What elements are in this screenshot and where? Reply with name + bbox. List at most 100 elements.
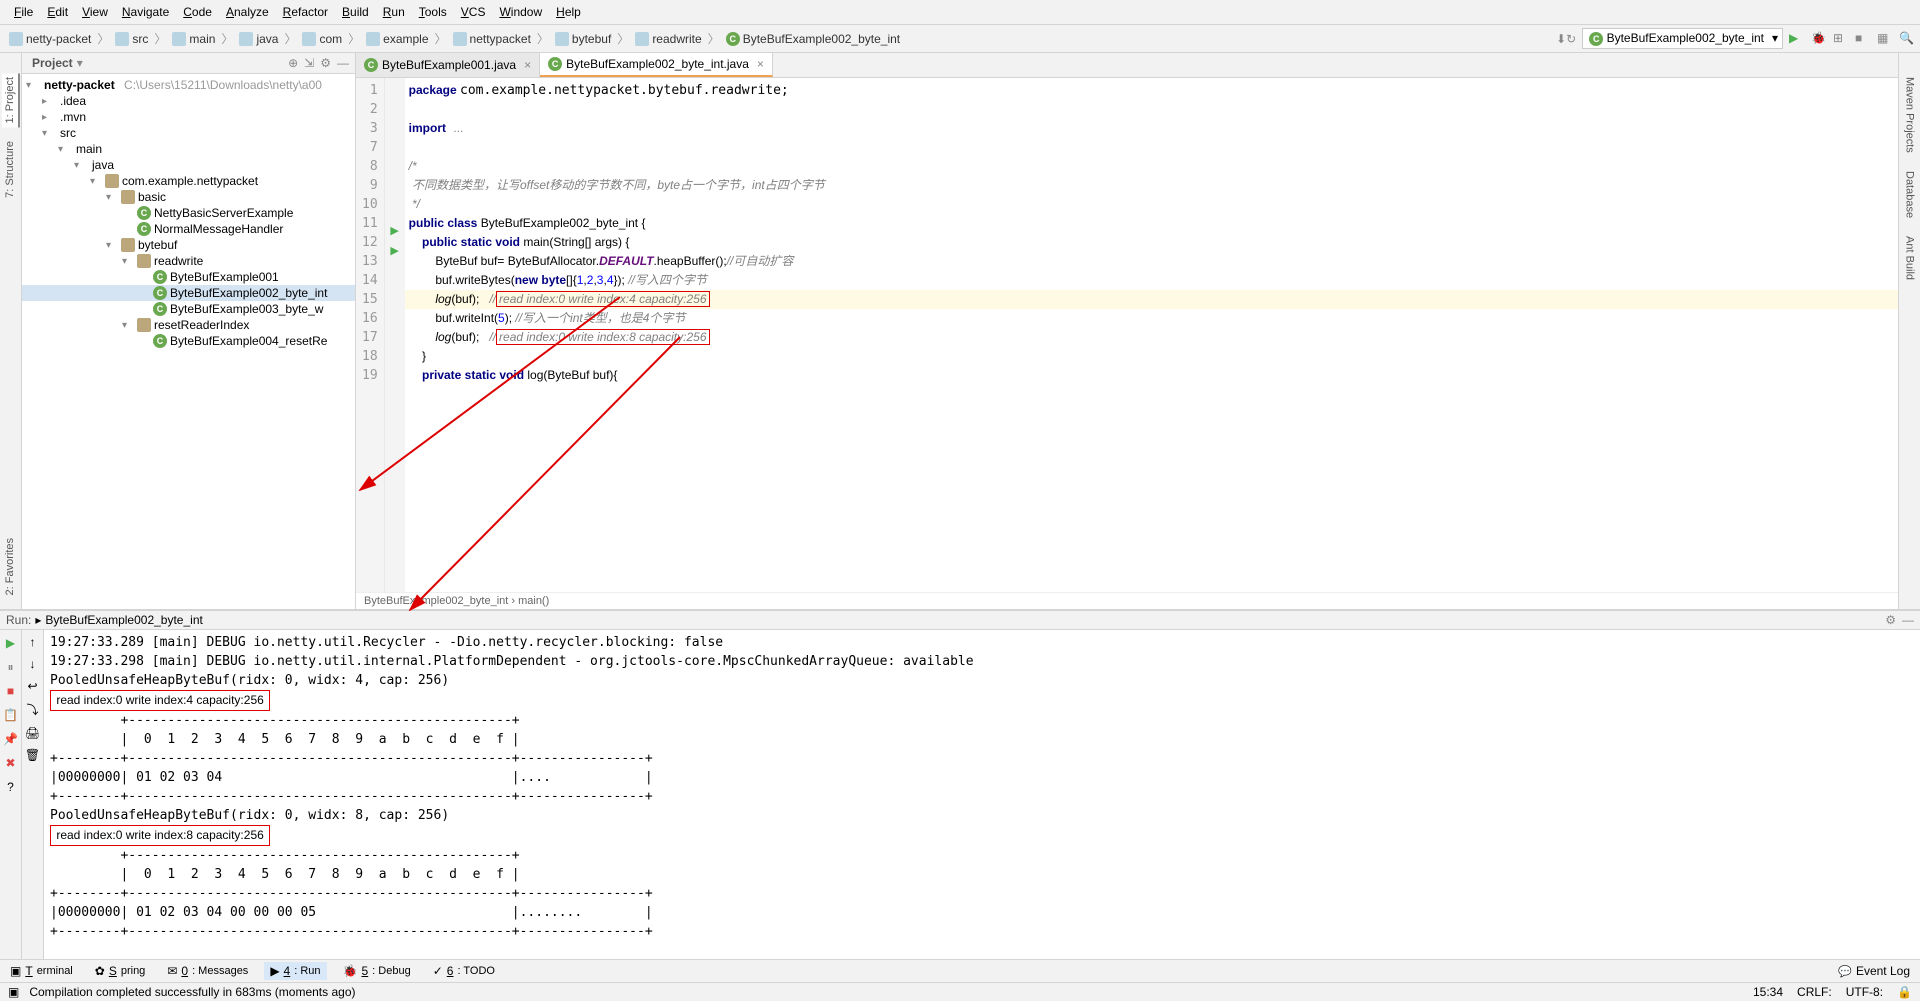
tree-item-NettyBasicServerExample[interactable]: CNettyBasicServerExample (22, 205, 355, 221)
btab-Terminal[interactable]: ▣ Terminal (4, 962, 79, 980)
btab-TODO[interactable]: ✓ 6: TODO (427, 962, 501, 980)
event-log-button[interactable]: 💬 Event Log (1832, 962, 1916, 980)
close-button[interactable]: ✖ (3, 755, 19, 771)
tab-ByteBufExample001.java[interactable]: CByteBufExample001.java× (356, 53, 540, 77)
hide-icon[interactable]: — (337, 56, 349, 70)
tree-item-main[interactable]: ▾main (22, 141, 355, 157)
folder-icon (555, 32, 569, 46)
dump-button[interactable]: 📋 (3, 707, 19, 723)
gear-icon[interactable]: ⚙ (320, 56, 331, 70)
build-icon[interactable]: ⬇↻ (1556, 32, 1576, 46)
lock-icon[interactable]: 🔒 (1897, 985, 1912, 999)
debug-button[interactable]: 🐞 (1811, 31, 1827, 47)
menu-file[interactable]: File (8, 3, 39, 21)
crumb-netty-packet[interactable]: netty-packet (5, 31, 95, 47)
tree-item-NormalMessageHandler[interactable]: CNormalMessageHandler (22, 221, 355, 237)
tree-item-.idea[interactable]: ▸.idea (22, 93, 355, 109)
crumb-bytebuf[interactable]: bytebuf (551, 31, 615, 47)
rerun-button[interactable]: ▶ (3, 635, 19, 651)
tree-item-ByteBufExample002_byte_int[interactable]: CByteBufExample002_byte_int (22, 285, 355, 301)
btab-Spring[interactable]: ✿ Spring (89, 962, 152, 980)
menu-vcs[interactable]: VCS (455, 3, 492, 21)
tree-item-bytebuf[interactable]: ▾bytebuf (22, 237, 355, 253)
collapse-icon[interactable]: ⇲ (304, 56, 314, 70)
tree-item-ByteBufExample004_resetRe[interactable]: CByteBufExample004_resetRe (22, 333, 355, 349)
scroll-icon[interactable]: ⤵ (26, 701, 38, 718)
tab-ByteBufExample002_byte_int.java[interactable]: CByteBufExample002_byte_int.java× (540, 53, 773, 77)
trash-icon[interactable]: 🗑 (25, 748, 40, 762)
status-encoding[interactable]: UTF-8: (1846, 985, 1883, 999)
menu-build[interactable]: Build (336, 3, 375, 21)
tree-item-src[interactable]: ▾src (22, 125, 355, 141)
menu-run[interactable]: Run (377, 3, 411, 21)
run-button[interactable]: ▶ (1789, 31, 1805, 47)
crumb-readwrite[interactable]: readwrite (631, 31, 705, 47)
menu-edit[interactable]: Edit (41, 3, 74, 21)
gear-icon[interactable]: ⚙ (1885, 613, 1896, 627)
btab-Debug[interactable]: 🐞 5: Debug (337, 962, 417, 980)
menu-refactor[interactable]: Refactor (277, 3, 334, 21)
menu-analyze[interactable]: Analyze (220, 3, 275, 21)
crumb-nettypacket[interactable]: nettypacket (449, 31, 535, 47)
stop-button[interactable]: ■ (1855, 31, 1871, 47)
menubar: FileEditViewNavigateCodeAnalyzeRefactorB… (0, 0, 1920, 25)
menu-tools[interactable]: Tools (413, 3, 453, 21)
stop-button[interactable]: ■ (3, 683, 19, 699)
wrap-icon[interactable]: ↩ (27, 679, 37, 693)
menu-view[interactable]: View (76, 3, 114, 21)
run-config-combo[interactable]: C ByteBufExample002_byte_int ▾ (1582, 28, 1783, 49)
crumb-java[interactable]: java (235, 31, 282, 47)
coverage-button[interactable]: ⊞ (1833, 31, 1849, 47)
help-button[interactable]: ? (3, 779, 19, 795)
print-icon[interactable]: 🖨 (25, 726, 40, 740)
main-area: 1: Project 7: Structure 2: Favorites Pro… (0, 53, 1920, 609)
close-tab-icon[interactable]: × (524, 58, 531, 72)
vtab-project[interactable]: 1: Project (2, 73, 20, 127)
crumb-main[interactable]: main (168, 31, 219, 47)
crumb-example[interactable]: example (362, 31, 432, 47)
menu-window[interactable]: Window (493, 3, 548, 21)
tree-item-ByteBufExample003_byte_w[interactable]: CByteBufExample003_byte_w (22, 301, 355, 317)
menu-code[interactable]: Code (177, 3, 218, 21)
minimize-icon[interactable]: — (1902, 613, 1914, 627)
project-root[interactable]: ▾ netty-packet C:\Users\15211\Downloads\… (22, 77, 355, 93)
project-structure-icon[interactable]: ▦ (1877, 31, 1893, 47)
menu-help[interactable]: Help (550, 3, 587, 21)
pause-button[interactable]: ⏸ (3, 659, 19, 675)
close-tab-icon[interactable]: × (757, 57, 764, 71)
crumb-ByteBufExample002_byte_int[interactable]: CByteBufExample002_byte_int (722, 31, 904, 47)
crumb-src[interactable]: src (111, 31, 152, 47)
up-icon[interactable]: ↑ (30, 635, 36, 649)
tree-item-basic[interactable]: ▾basic (22, 189, 355, 205)
class-icon: C (1589, 32, 1603, 46)
run-gutter: ▶▶ (385, 78, 405, 592)
search-icon[interactable]: 🔍 (1899, 31, 1915, 47)
tree-item-java[interactable]: ▾java (22, 157, 355, 173)
vtab-database[interactable]: Database (1902, 167, 1918, 222)
code-editor[interactable]: package com.example.nettypacket.bytebuf.… (405, 78, 1898, 592)
tree-item-readwrite[interactable]: ▾readwrite (22, 253, 355, 269)
menu-navigate[interactable]: Navigate (116, 3, 175, 21)
down-icon[interactable]: ↓ (30, 657, 36, 671)
vtab-structure[interactable]: 7: Structure (2, 137, 20, 202)
run-tab-label[interactable]: ByteBufExample002_byte_int (45, 613, 202, 627)
tree-item-resetReaderIndex[interactable]: ▾resetReaderIndex (22, 317, 355, 333)
tree-item-ByteBufExample001[interactable]: CByteBufExample001 (22, 269, 355, 285)
scroll-from-icon[interactable]: ⊕ (288, 56, 298, 70)
vtab-antbuild[interactable]: Ant Build (1902, 232, 1918, 284)
vtab-maven[interactable]: Maven Projects (1902, 73, 1918, 157)
btab-Run[interactable]: ▶ 4: Run (264, 962, 326, 980)
status-linesep[interactable]: CRLF: (1797, 985, 1832, 999)
tree-item-.mvn[interactable]: ▸.mvn (22, 109, 355, 125)
pin-button[interactable]: 📌 (3, 731, 19, 747)
pkg-icon (137, 254, 151, 268)
crumb-com[interactable]: com (298, 31, 346, 47)
console-output[interactable]: 19:27:33.289 [main] DEBUG io.netty.util.… (44, 630, 1920, 959)
tree-item-com.example.nettypacket[interactable]: ▾com.example.nettypacket (22, 173, 355, 189)
line-numbers: 12378910111213141516171819 (356, 78, 385, 592)
chevron-down-icon[interactable]: ▾ (77, 56, 83, 70)
btab-Messages[interactable]: ✉ 0: Messages (161, 962, 254, 980)
vtab-favorites[interactable]: 2: Favorites (2, 534, 20, 599)
folder-icon (366, 32, 380, 46)
pkg-icon (121, 190, 135, 204)
